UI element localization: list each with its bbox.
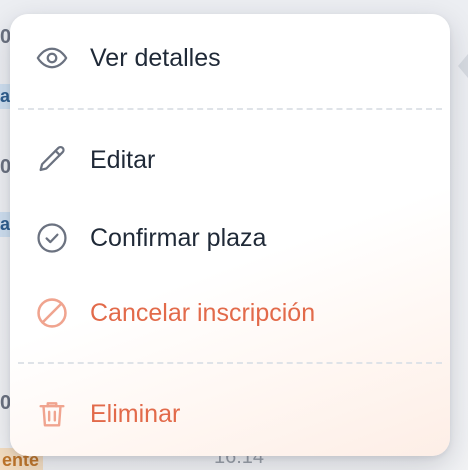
popup-caret	[458, 54, 468, 78]
confirm-seat-menu-item[interactable]: Confirmar plaza	[10, 208, 450, 268]
menu-item-label: Eliminar	[90, 399, 181, 428]
ban-icon	[34, 295, 70, 331]
menu-item-label: Editar	[90, 145, 156, 174]
menu-item-label: Cancelar inscripción	[90, 298, 316, 327]
pencil-icon	[34, 142, 70, 178]
eye-icon	[34, 40, 70, 76]
actions-menu: Ver detalles Editar Confirmar plaza Canc…	[10, 14, 450, 456]
view-details-menu-item[interactable]: Ver detalles	[10, 28, 450, 88]
menu-item-label: Ver detalles	[90, 43, 221, 72]
delete-menu-item[interactable]: Eliminar	[10, 384, 450, 444]
trash-icon	[34, 396, 70, 432]
menu-divider	[18, 108, 442, 110]
menu-divider	[18, 362, 442, 364]
menu-item-label: Confirmar plaza	[90, 223, 267, 252]
edit-menu-item[interactable]: Editar	[10, 130, 450, 190]
check-circle-icon	[34, 220, 70, 256]
cancel-enrollment-menu-item[interactable]: Cancelar inscripción	[10, 283, 450, 343]
